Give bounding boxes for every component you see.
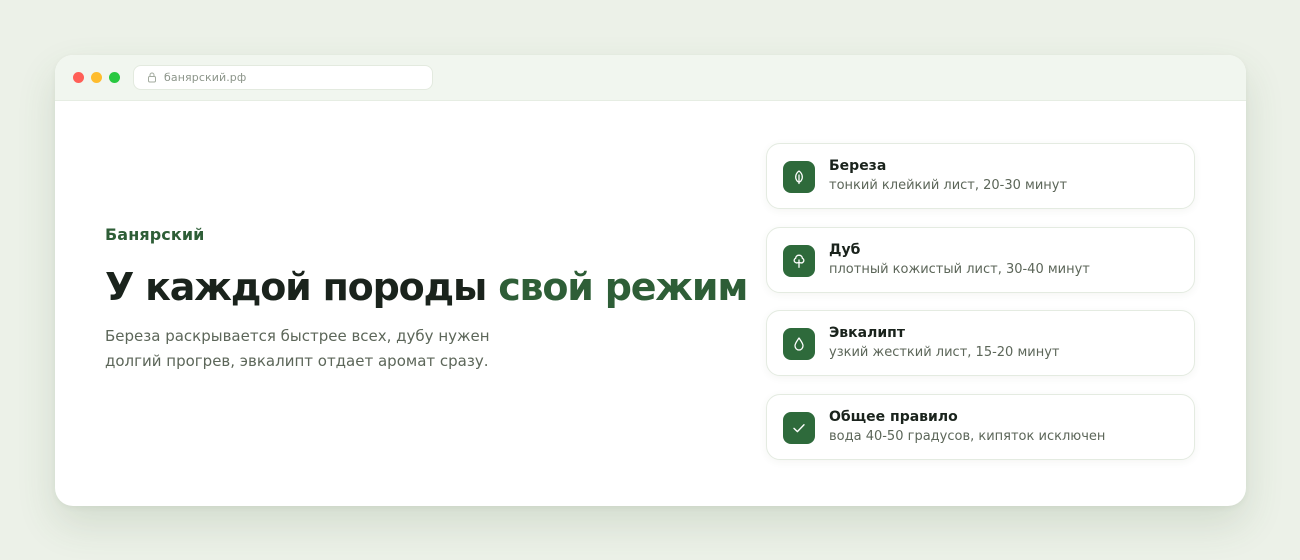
card-title: Дуб (829, 241, 861, 258)
address-bar[interactable]: банярский.рф (133, 65, 433, 90)
card-subtitle: плотный кожистый лист, 30-40 минут (829, 261, 1090, 277)
card-subtitle: узкий жесткий лист, 15-20 минут (829, 345, 1060, 360)
page-headline: У каждой породы свой режим (105, 264, 748, 310)
brand-name: Банярский (105, 225, 205, 244)
card-oak: Дуб плотный кожистый лист, 30-40 минут (766, 226, 1195, 293)
minimize-window-button[interactable] (91, 72, 102, 83)
card-general-rule: Общее правило вода 40-50 градусов, кипят… (766, 393, 1195, 460)
card-birch: Береза тонкий клейкий лист, 20-30 минут (766, 143, 1195, 209)
headline-main: У каждой породы (105, 265, 499, 309)
droplet-icon (783, 328, 815, 360)
headline-accent: свой режим (498, 265, 748, 309)
check-icon (783, 411, 815, 444)
card-eucalyptus: Эвкалипт узкий жесткий лист, 15-20 минут (766, 310, 1195, 376)
card-subtitle: тонкий клейкий лист, 20-30 минут (829, 178, 1068, 193)
card-subtitle: вода 40-50 градусов, кипяток исключен (829, 428, 1106, 444)
wood-cards-list: Береза тонкий клейкий лист, 20-30 минут … (766, 143, 1195, 477)
tree-icon (783, 244, 815, 277)
browser-window: банярский.рф Банярский У каждой породы с… (55, 55, 1246, 506)
hero-description: Береза раскрывается быстрее всех, дубу н… (105, 327, 490, 370)
browser-titlebar: банярский.рф (55, 55, 1246, 101)
hero-section: Банярский У каждой породы свой режим Бер… (105, 225, 748, 374)
address-url: банярский.рф (164, 71, 247, 84)
maximize-window-button[interactable] (109, 72, 120, 83)
lock-icon (148, 72, 156, 83)
close-window-button[interactable] (73, 72, 84, 83)
card-title: Береза (829, 158, 887, 174)
leaf-icon (783, 161, 815, 193)
card-title: Общее правило (829, 408, 958, 425)
card-title: Эвкалипт (829, 325, 905, 341)
